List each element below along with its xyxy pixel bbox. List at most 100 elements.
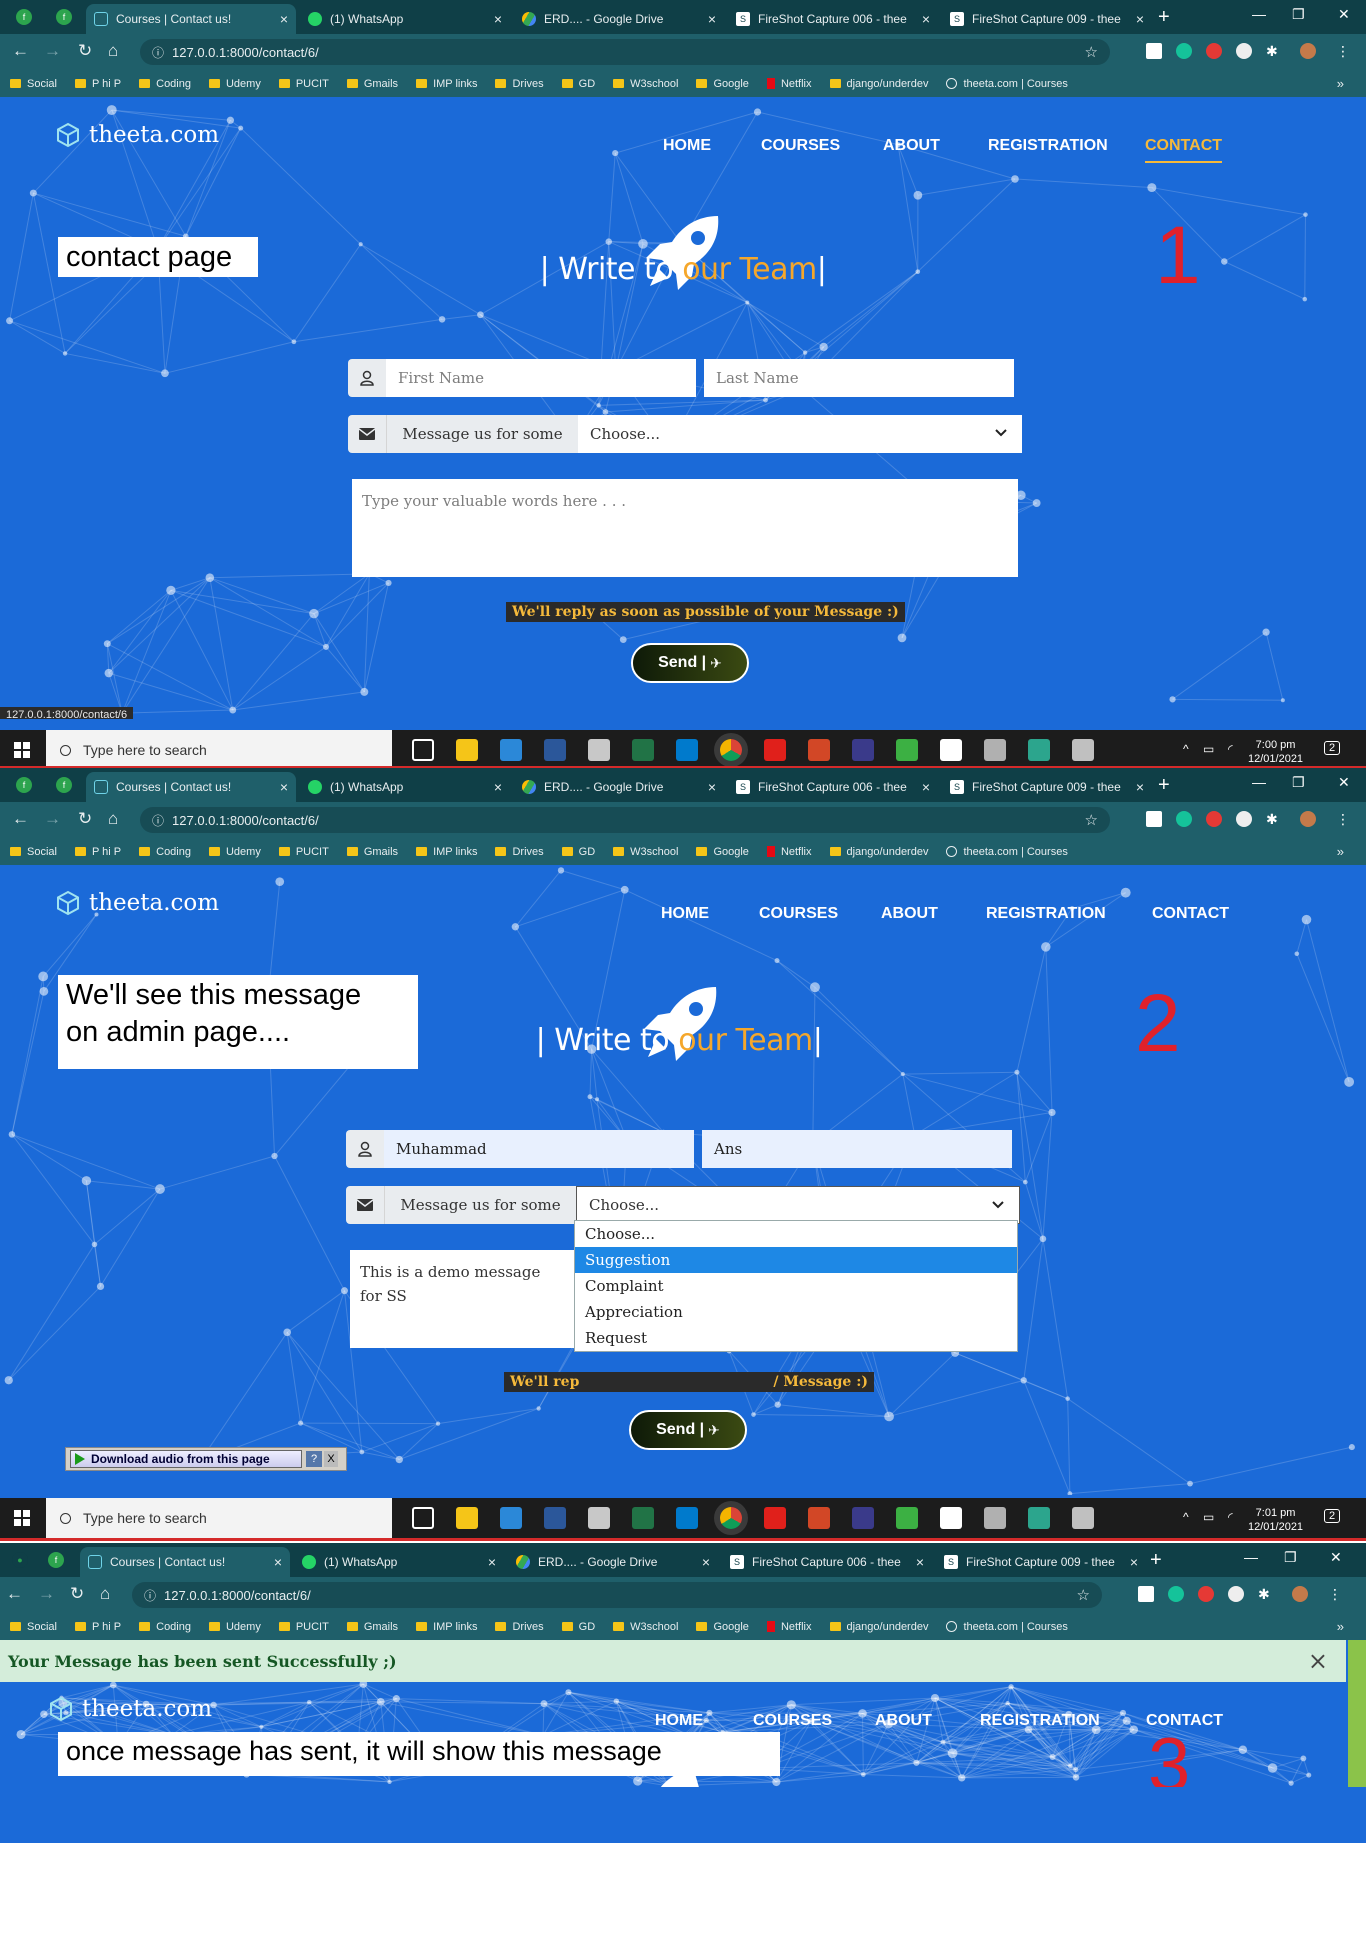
- bookmark-item[interactable]: Udemy: [208, 846, 261, 858]
- powerpoint-icon[interactable]: [808, 1507, 830, 1529]
- taskbar-clock[interactable]: 7:01 pm 12/01/2021: [1248, 1506, 1303, 1535]
- fireshot-extension-icon[interactable]: [1146, 811, 1162, 827]
- new-tab-button[interactable]: +: [1158, 774, 1170, 797]
- tab-courses-contact[interactable]: Courses | Contact us! ×: [80, 1547, 290, 1577]
- bookmark-item[interactable]: Netflix: [766, 78, 812, 90]
- bookmark-item[interactable]: Gmails: [346, 1621, 398, 1633]
- home-icon[interactable]: ⌂: [100, 1584, 110, 1604]
- bookmark-item[interactable]: Google: [696, 1621, 749, 1633]
- back-icon[interactable]: ←: [12, 41, 29, 61]
- restore-icon[interactable]: ❐: [1292, 6, 1305, 23]
- tab-fireshot-009[interactable]: S FireShot Capture 009 - thee ×: [942, 772, 1152, 802]
- close-icon[interactable]: ×: [480, 1554, 496, 1570]
- close-icon[interactable]: ×: [272, 11, 288, 27]
- minimize-icon[interactable]: —: [1244, 1549, 1258, 1565]
- scrollbar[interactable]: [1348, 1640, 1366, 1787]
- tab-fireshot-009[interactable]: S FireShot Capture 009 - thee ×: [942, 4, 1152, 34]
- bookmark-item[interactable]: Drives: [495, 1621, 544, 1633]
- task-view-icon[interactable]: [412, 1507, 434, 1529]
- tab-fireshot-006[interactable]: S FireShot Capture 006 - thee ×: [722, 1547, 932, 1577]
- message-textarea[interactable]: Type your valuable words here . . .: [352, 479, 1018, 577]
- new-tab-button[interactable]: +: [1158, 6, 1170, 29]
- message-type-select[interactable]: Choose...: [578, 415, 1022, 453]
- tray-expand-icon[interactable]: ^: [1183, 1510, 1189, 1524]
- close-icon[interactable]: ×: [266, 1554, 282, 1570]
- bookmark-item[interactable]: PUCIT: [278, 78, 329, 90]
- bookmark-item[interactable]: W3school: [613, 846, 678, 858]
- bookmark-item[interactable]: Drives: [495, 846, 544, 858]
- taskbar-search[interactable]: Type here to search: [46, 1498, 392, 1538]
- word-icon[interactable]: [544, 1507, 566, 1529]
- bookmark-item[interactable]: Netflix: [766, 846, 812, 858]
- bookmark-item[interactable]: GD: [561, 1621, 595, 1633]
- database-icon[interactable]: [984, 739, 1006, 761]
- paint-3d-icon[interactable]: [1072, 1507, 1094, 1529]
- network-icon[interactable]: [896, 739, 918, 761]
- taskbar-search[interactable]: Type here to search: [46, 730, 392, 768]
- fireshot-extension-icon[interactable]: [1138, 1586, 1154, 1602]
- bookmark-item[interactable]: theeta.com | Courses: [946, 1621, 1068, 1633]
- restore-icon[interactable]: ❐: [1284, 1549, 1297, 1566]
- nav-about[interactable]: ABOUT: [883, 137, 940, 155]
- bookmark-item[interactable]: django/underdev: [829, 78, 928, 90]
- excel-icon[interactable]: [632, 739, 654, 761]
- paint-icon[interactable]: [588, 739, 610, 761]
- pinned-tab-icon[interactable]: f: [56, 777, 72, 793]
- bookmark-item[interactable]: Google: [696, 846, 749, 858]
- pinned-tab-icon[interactable]: f: [48, 1552, 64, 1568]
- close-icon[interactable]: ×: [914, 779, 930, 795]
- close-icon[interactable]: ×: [914, 11, 930, 27]
- close-icon[interactable]: ×: [1128, 11, 1144, 27]
- nav-about[interactable]: ABOUT: [875, 1712, 932, 1730]
- bookmark-item[interactable]: Social: [10, 846, 57, 858]
- avatar[interactable]: [1292, 1586, 1308, 1602]
- grammarly-icon[interactable]: [1168, 1586, 1184, 1602]
- site-brand[interactable]: theeta.com: [55, 890, 219, 916]
- extension-icon[interactable]: [1236, 43, 1252, 59]
- nav-registration[interactable]: REGISTRATION: [988, 137, 1108, 155]
- option-appreciation[interactable]: Appreciation: [575, 1299, 1017, 1325]
- bookmark-item[interactable]: Google: [696, 78, 749, 90]
- battery-icon[interactable]: ▭: [1203, 1510, 1214, 1524]
- nav-home[interactable]: HOME: [661, 905, 709, 923]
- close-icon[interactable]: ×: [908, 1554, 924, 1570]
- fireshot-extension-icon[interactable]: [1146, 43, 1162, 59]
- forward-icon[interactable]: →: [44, 41, 61, 61]
- home-icon[interactable]: ⌂: [108, 809, 118, 829]
- adblock-icon[interactable]: [1206, 811, 1222, 827]
- bookmark-item[interactable]: IMP links: [416, 78, 477, 90]
- pinned-tab-icon[interactable]: f: [56, 9, 72, 25]
- vscode-icon[interactable]: [676, 1507, 698, 1529]
- bookmark-item[interactable]: theeta.com | Courses: [946, 78, 1068, 90]
- message-type-select[interactable]: Choose...: [576, 1186, 1020, 1224]
- remote-desktop-icon[interactable]: [500, 739, 522, 761]
- tab-fireshot-006[interactable]: S FireShot Capture 006 - thee ×: [728, 4, 938, 34]
- extension-icon[interactable]: [1236, 811, 1252, 827]
- forward-icon[interactable]: →: [38, 1584, 55, 1604]
- avatar[interactable]: [1300, 43, 1316, 59]
- pinned-tab-icon[interactable]: f: [16, 777, 32, 793]
- bookmark-item[interactable]: Udemy: [208, 1621, 261, 1633]
- tab-courses-contact[interactable]: Courses | Contact us! ×: [86, 772, 296, 802]
- bookmark-item[interactable]: Gmails: [346, 846, 398, 858]
- bookmark-item[interactable]: django/underdev: [829, 1621, 928, 1633]
- help-icon[interactable]: ?: [306, 1451, 322, 1467]
- bookmark-item[interactable]: Social: [10, 78, 57, 90]
- first-name-input[interactable]: Muhammad: [384, 1130, 694, 1168]
- bookmark-star-icon[interactable]: ☆: [1077, 1586, 1090, 1604]
- notification-icon[interactable]: 2: [1324, 1508, 1341, 1523]
- tab-whatsapp[interactable]: (1) WhatsApp ×: [294, 1547, 504, 1577]
- kebab-menu-icon[interactable]: ⋮: [1328, 1586, 1344, 1602]
- site-brand[interactable]: theeta.com: [48, 1696, 212, 1722]
- nav-courses[interactable]: COURSES: [759, 905, 838, 923]
- minimize-icon[interactable]: —: [1252, 6, 1266, 22]
- reload-icon[interactable]: ↻: [78, 41, 92, 61]
- file-explorer-icon[interactable]: [456, 1507, 478, 1529]
- tab-google-drive[interactable]: ERD.... - Google Drive ×: [508, 1547, 718, 1577]
- minimize-icon[interactable]: —: [1252, 774, 1266, 790]
- nav-registration[interactable]: REGISTRATION: [980, 1712, 1100, 1730]
- bookmarks-overflow-button[interactable]: »: [1337, 1619, 1344, 1634]
- close-icon[interactable]: ×: [1122, 1554, 1138, 1570]
- new-tab-button[interactable]: +: [1150, 1549, 1162, 1572]
- nav-courses[interactable]: COURSES: [761, 137, 840, 155]
